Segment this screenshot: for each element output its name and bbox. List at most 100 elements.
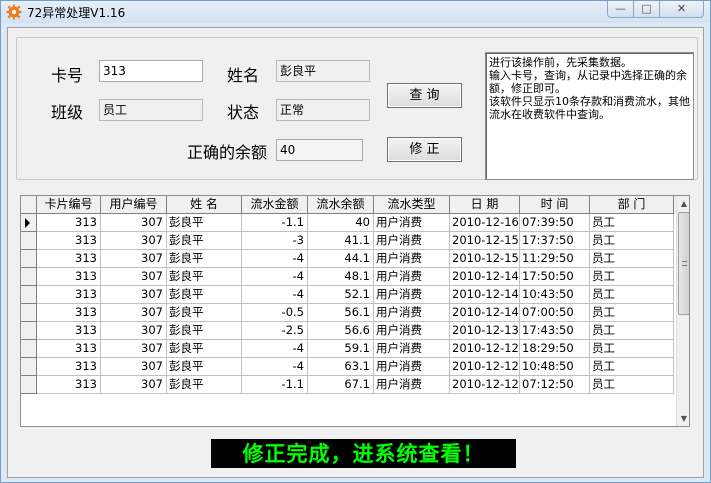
table-cell[interactable]: 彭良平 xyxy=(167,376,242,394)
table-cell[interactable]: 313 xyxy=(37,232,101,250)
table-cell[interactable]: 2010-12-14 xyxy=(450,304,520,322)
table-cell[interactable]: -4 xyxy=(242,286,308,304)
table-cell[interactable]: -2.5 xyxy=(242,322,308,340)
col-header[interactable]: 部 门 xyxy=(590,196,674,214)
title-bar[interactable]: 72异常处理V1.16 — □ ✕ xyxy=(1,1,710,23)
table-cell[interactable]: 用户消费 xyxy=(374,286,450,304)
row-indicator[interactable] xyxy=(21,322,37,340)
table-cell[interactable]: 彭良平 xyxy=(167,286,242,304)
table-cell[interactable]: 用户消费 xyxy=(374,376,450,394)
scroll-up-icon[interactable]: ▲ xyxy=(677,196,689,211)
table-row[interactable]: 313 307 彭良平 -1.1 67.1 用户消费 2010-12-12 07:12:50 员… xyxy=(21,376,676,394)
row-indicator[interactable] xyxy=(21,250,37,268)
table-cell[interactable]: 2010-12-12 xyxy=(450,358,520,376)
table-cell[interactable]: 313 xyxy=(37,304,101,322)
row-indicator[interactable] xyxy=(21,268,37,286)
col-header[interactable]: 流水类型 xyxy=(374,196,450,214)
table-cell[interactable]: 52.1 xyxy=(308,286,374,304)
table-cell[interactable]: 307 xyxy=(101,340,167,358)
table-cell[interactable]: 48.1 xyxy=(308,268,374,286)
table-cell[interactable]: 彭良平 xyxy=(167,322,242,340)
table-row[interactable]: 313 307 彭良平 -2.5 56.6 用户消费 2010-12-13 17:43:50 员… xyxy=(21,322,676,340)
table-row[interactable]: 313 307 彭良平 -1.1 40 用户消费 2010-12-16 07:39:50 员工 xyxy=(21,214,676,232)
table-cell[interactable]: 313 xyxy=(37,286,101,304)
table-cell[interactable]: 313 xyxy=(37,268,101,286)
table-cell[interactable]: 彭良平 xyxy=(167,304,242,322)
table-cell[interactable]: -1.1 xyxy=(242,376,308,394)
query-button[interactable]: 查 询 xyxy=(387,83,462,108)
scroll-down-icon[interactable]: ▼ xyxy=(677,411,689,426)
col-header[interactable]: 卡片编号 xyxy=(37,196,101,214)
table-cell[interactable]: 用户消费 xyxy=(374,268,450,286)
table-cell[interactable]: 313 xyxy=(37,376,101,394)
table-cell[interactable]: 2010-12-14 xyxy=(450,268,520,286)
table-cell[interactable]: 彭良平 xyxy=(167,214,242,232)
table-cell[interactable]: 17:43:50 xyxy=(520,322,590,340)
table-cell[interactable]: 2010-12-15 xyxy=(450,250,520,268)
table-cell[interactable]: 2010-12-12 xyxy=(450,340,520,358)
table-cell[interactable]: 彭良平 xyxy=(167,358,242,376)
table-cell[interactable]: 307 xyxy=(101,376,167,394)
vertical-scrollbar[interactable]: ▲ ▼ xyxy=(676,196,689,426)
minimize-button[interactable]: — xyxy=(607,1,634,18)
col-header[interactable]: 用户编号 xyxy=(101,196,167,214)
table-cell[interactable]: 10:48:50 xyxy=(520,358,590,376)
table-cell[interactable]: 2010-12-15 xyxy=(450,232,520,250)
table-cell[interactable]: 2010-12-13 xyxy=(450,322,520,340)
maximize-button[interactable]: □ xyxy=(633,1,660,18)
table-cell[interactable]: 彭良平 xyxy=(167,232,242,250)
table-cell[interactable]: -0.5 xyxy=(242,304,308,322)
row-indicator[interactable] xyxy=(21,232,37,250)
table-cell[interactable]: -4 xyxy=(242,358,308,376)
table-cell[interactable]: 313 xyxy=(37,250,101,268)
table-cell[interactable]: 56.6 xyxy=(308,322,374,340)
table-cell[interactable]: 313 xyxy=(37,358,101,376)
table-row[interactable]: 313 307 彭良平 -4 44.1 用户消费 2010-12-15 11:29:50 员工 xyxy=(21,250,676,268)
balance-input[interactable]: 40 xyxy=(276,139,363,161)
table-cell[interactable]: 17:37:50 xyxy=(520,232,590,250)
table-cell[interactable]: 用户消费 xyxy=(374,340,450,358)
table-cell[interactable]: 307 xyxy=(101,304,167,322)
table-cell[interactable]: 2010-12-16 xyxy=(450,214,520,232)
row-indicator[interactable] xyxy=(21,358,37,376)
table-cell[interactable]: -4 xyxy=(242,340,308,358)
table-row[interactable]: 313 307 彭良平 -0.5 56.1 用户消费 2010-12-14 07:00:50 员… xyxy=(21,304,676,322)
table-cell[interactable]: 07:00:50 xyxy=(520,304,590,322)
table-cell[interactable]: 10:43:50 xyxy=(520,286,590,304)
col-header[interactable]: 姓 名 xyxy=(167,196,242,214)
table-cell[interactable]: 员工 xyxy=(590,268,674,286)
table-cell[interactable]: 员工 xyxy=(590,304,674,322)
table-cell[interactable]: 07:39:50 xyxy=(520,214,590,232)
table-cell[interactable]: 307 xyxy=(101,358,167,376)
card-input[interactable]: 313 xyxy=(99,60,203,82)
table-row[interactable]: 313 307 彭良平 -3 41.1 用户消费 2010-12-15 17:37:50 员工 xyxy=(21,232,676,250)
table-cell[interactable]: 员工 xyxy=(590,232,674,250)
fix-button[interactable]: 修 正 xyxy=(387,137,462,162)
table-cell[interactable]: -3 xyxy=(242,232,308,250)
table-cell[interactable]: 307 xyxy=(101,214,167,232)
table-cell[interactable]: 彭良平 xyxy=(167,268,242,286)
records-grid[interactable]: 卡片编号 用户编号 姓 名 流水金额 流水余额 流水类型 日 期 时 间 部 门… xyxy=(20,195,690,427)
table-cell[interactable]: 307 xyxy=(101,268,167,286)
table-cell[interactable]: 用户消费 xyxy=(374,232,450,250)
col-header[interactable]: 时 间 xyxy=(520,196,590,214)
table-cell[interactable]: 41.1 xyxy=(308,232,374,250)
table-cell[interactable]: 员工 xyxy=(590,250,674,268)
table-row[interactable]: 313 307 彭良平 -4 63.1 用户消费 2010-12-12 10:48:50 员工 xyxy=(21,358,676,376)
table-cell[interactable]: 307 xyxy=(101,286,167,304)
table-cell[interactable]: 用户消费 xyxy=(374,250,450,268)
table-cell[interactable]: 63.1 xyxy=(308,358,374,376)
table-cell[interactable]: 307 xyxy=(101,250,167,268)
row-indicator[interactable] xyxy=(21,376,37,394)
scroll-thumb[interactable] xyxy=(678,212,689,315)
row-indicator[interactable] xyxy=(21,340,37,358)
table-cell[interactable]: 44.1 xyxy=(308,250,374,268)
table-cell[interactable]: 11:29:50 xyxy=(520,250,590,268)
table-cell[interactable]: 307 xyxy=(101,232,167,250)
table-cell[interactable]: 员工 xyxy=(590,376,674,394)
table-cell[interactable]: 56.1 xyxy=(308,304,374,322)
table-cell[interactable]: 彭良平 xyxy=(167,250,242,268)
row-indicator[interactable] xyxy=(21,304,37,322)
table-cell[interactable]: 67.1 xyxy=(308,376,374,394)
col-header[interactable]: 流水余额 xyxy=(308,196,374,214)
